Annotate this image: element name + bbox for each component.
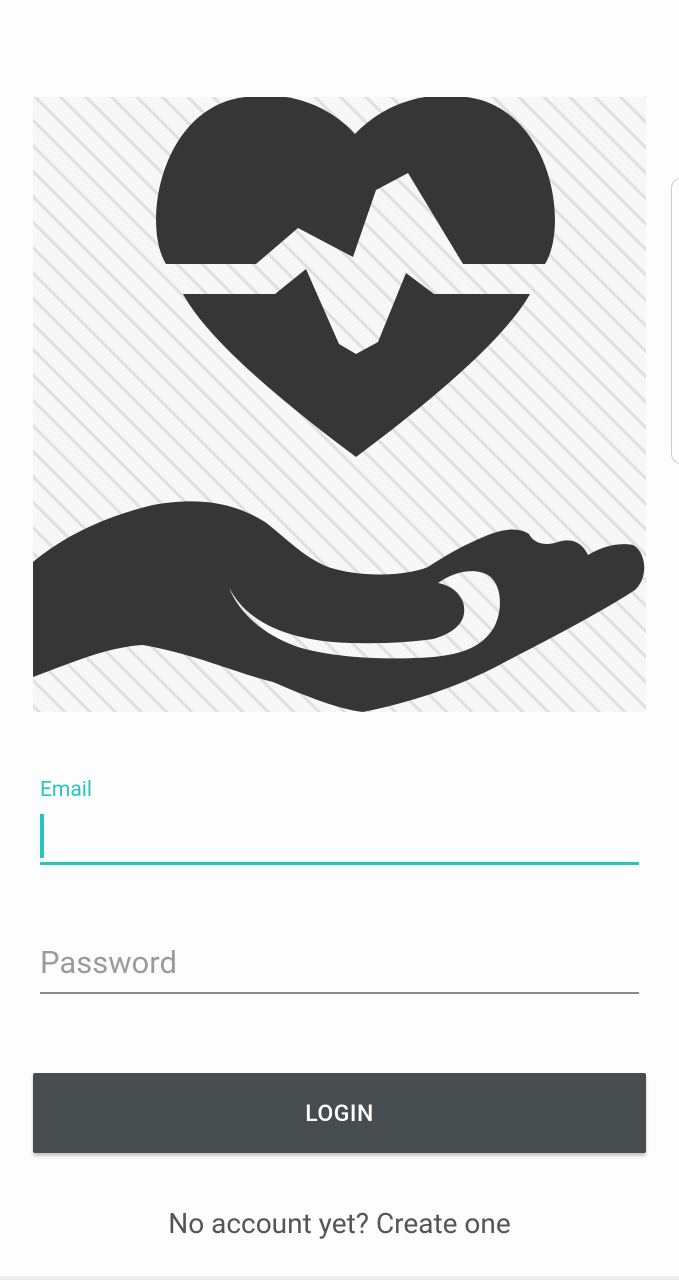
edge-panel-handle[interactable] — [671, 178, 679, 464]
password-input[interactable] — [40, 936, 639, 988]
login-screen: Email LOGIN No account yet? Create one — [0, 0, 679, 1280]
hand-holding-heart-pulse-icon — [33, 97, 646, 712]
app-logo — [33, 97, 646, 712]
login-button[interactable]: LOGIN — [33, 1073, 646, 1153]
email-label: Email — [40, 778, 92, 802]
password-underline — [40, 992, 639, 994]
email-field: Email — [40, 770, 639, 866]
email-input[interactable] — [40, 810, 639, 860]
bottom-edge-strip — [0, 1276, 679, 1280]
password-field — [40, 930, 639, 996]
email-underline — [40, 862, 639, 865]
create-account-link[interactable]: No account yet? Create one — [0, 1204, 679, 1244]
text-cursor — [40, 814, 44, 858]
